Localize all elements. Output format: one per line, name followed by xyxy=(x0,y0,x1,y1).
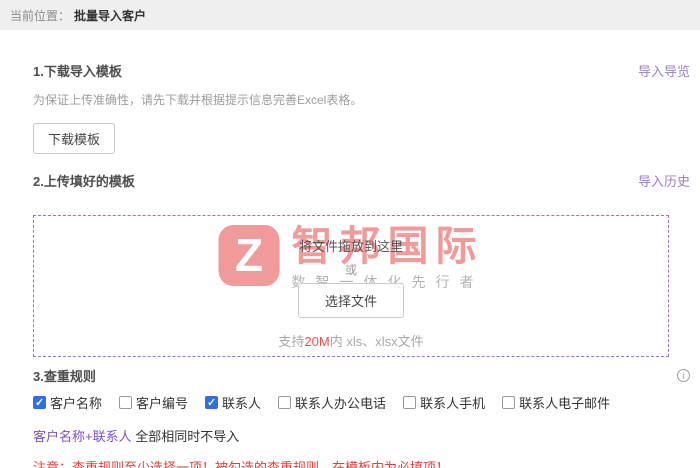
dedupe-combo-note: 客户名称+联系人 全部相同时不导入 xyxy=(33,429,240,444)
info-icon[interactable]: i xyxy=(677,369,690,382)
dropzone-support-text: 支持20M内 xls、xlsx文件 xyxy=(278,334,424,349)
upload-section-title: 2.上传填好的模板 xyxy=(33,174,135,189)
file-size-limit: 20M xyxy=(304,334,330,349)
checkbox-customer-code[interactable]: 客户编号 xyxy=(119,393,188,412)
breadcrumb: 当前位置： 批量导入客户 xyxy=(0,0,700,30)
checkbox-contact-email[interactable]: 联系人电子邮件 xyxy=(502,393,610,412)
checkbox-contact-email-box[interactable] xyxy=(502,396,516,409)
checkbox-customer-code-box[interactable] xyxy=(119,396,133,409)
main-content: 1.下载导入模板 导入导览 为保证上传准确性，请先下载并根据提示信息完善Exce… xyxy=(0,61,700,468)
checkbox-contact-box[interactable] xyxy=(205,396,219,409)
breadcrumb-label: 当前位置： xyxy=(10,8,71,23)
checkbox-contact[interactable]: 联系人 xyxy=(205,393,261,412)
upload-section-header: 2.上传填好的模板 导入历史 xyxy=(33,171,690,190)
page-title: 批量导入客户 xyxy=(74,8,147,23)
dedupe-checkbox-row: 客户名称 客户编号 联系人 联系人办公电话 联系人手机 联系人电子邮件 xyxy=(33,393,690,412)
checkbox-customer-name-box[interactable] xyxy=(33,396,46,409)
checkbox-contact-office-phone[interactable]: 联系人办公电话 xyxy=(278,393,386,412)
download-hint-text: 为保证上传准确性，请先下载并根据提示信息完善Excel表格。 xyxy=(33,93,363,107)
dropzone-drag-text: 将文件拖放到这里 xyxy=(298,239,403,254)
checkbox-customer-name[interactable]: 客户名称 xyxy=(33,393,102,412)
dedupe-combo-fields: 客户名称+联系人 xyxy=(33,429,132,444)
download-section-header: 1.下载导入模板 导入导览 xyxy=(33,61,690,80)
checkbox-contact-mobile-box[interactable] xyxy=(403,396,417,409)
rules-section-header: 3.查重规则 i xyxy=(33,366,690,385)
checkbox-contact-mobile[interactable]: 联系人手机 xyxy=(403,393,485,412)
rules-section-title: 3.查重规则 xyxy=(33,369,96,384)
dedupe-warning-text: 注意：查重规则至少选择一项！被勾选的查重规则，在模板内为必填项！ xyxy=(33,460,450,468)
choose-file-button[interactable]: 选择文件 xyxy=(297,283,404,318)
download-template-button[interactable]: 下载模板 xyxy=(33,123,116,154)
download-section-title: 1.下载导入模板 xyxy=(33,64,122,79)
dropzone-or-text: 或 xyxy=(344,263,357,277)
file-dropzone[interactable]: Z 智邦国际 数智一体化先行者 将文件拖放到这里 或 选择文件 支持20M内 x… xyxy=(33,215,669,357)
import-history-link[interactable]: 导入历史 xyxy=(638,171,690,190)
checkbox-contact-office-phone-box[interactable] xyxy=(278,396,292,409)
import-guide-link[interactable]: 导入导览 xyxy=(638,61,690,80)
